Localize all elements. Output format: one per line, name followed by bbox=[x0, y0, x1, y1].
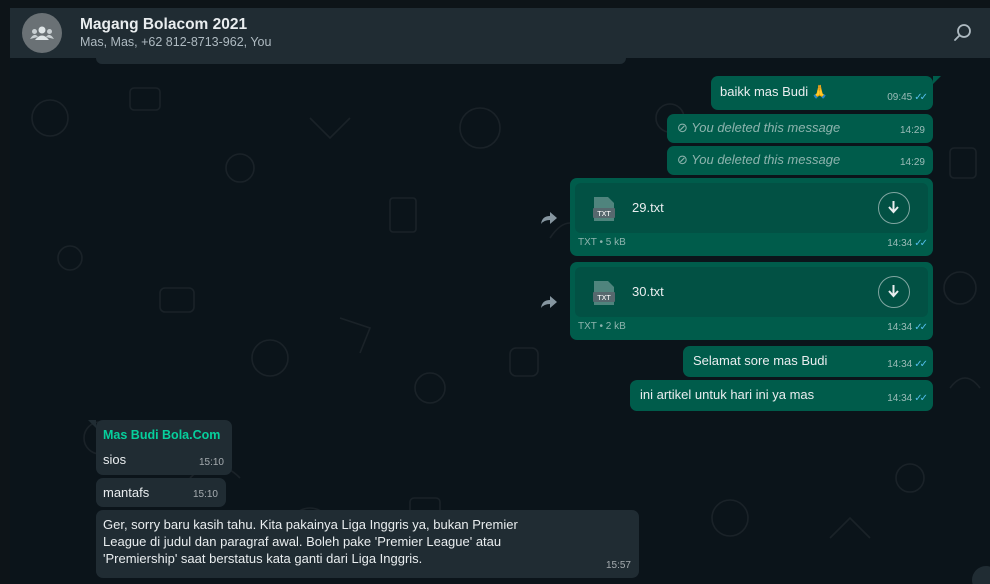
previous-message-edge bbox=[96, 58, 626, 64]
outgoing-message[interactable]: Selamat sore mas Budi 14:34 ✓✓ bbox=[683, 346, 933, 377]
chat-header[interactable]: Magang Bolacom 2021 Mas, Mas, +62 812-87… bbox=[10, 8, 990, 58]
group-participants: Mas, Mas, +62 812-8713-962, You bbox=[80, 34, 272, 49]
read-ticks-icon: ✓✓ bbox=[914, 359, 928, 370]
file-message[interactable]: TXT 29.txt TXT • 5 kB 14:34 ✓✓ bbox=[570, 178, 933, 256]
file-message[interactable]: TXT 30.txt TXT • 2 kB 14:34 ✓✓ bbox=[570, 262, 933, 340]
group-title: Magang Bolacom 2021 bbox=[80, 15, 248, 33]
deleted-message[interactable]: ⊘ You deleted this message 14:29 bbox=[667, 146, 933, 175]
download-button[interactable] bbox=[878, 192, 910, 224]
download-icon bbox=[888, 285, 899, 298]
txt-file-icon: TXT bbox=[593, 197, 615, 221]
message-time: 15:57 bbox=[605, 560, 631, 571]
message-time: 09:45 ✓✓ bbox=[887, 89, 928, 106]
time-label: 14:34 bbox=[887, 322, 913, 333]
file-attachment[interactable]: TXT 30.txt bbox=[575, 267, 928, 317]
time-label: 14:34 bbox=[887, 359, 913, 370]
message-time: 14:34 ✓✓ bbox=[887, 235, 928, 252]
forward-button[interactable] bbox=[540, 211, 558, 225]
read-ticks-icon: ✓✓ bbox=[914, 393, 928, 404]
message-time: 14:34 ✓✓ bbox=[887, 390, 928, 407]
time-label: 09:45 bbox=[887, 92, 913, 103]
forward-button[interactable] bbox=[540, 295, 558, 309]
sender-name: Mas Budi Bola.Com bbox=[103, 428, 221, 442]
group-icon bbox=[30, 26, 54, 40]
file-attachment[interactable]: TXT 29.txt bbox=[575, 183, 928, 233]
blocked-icon: ⊘ bbox=[677, 120, 688, 135]
outgoing-message[interactable]: ini artikel untuk hari ini ya mas 14:34 ✓… bbox=[630, 380, 933, 411]
incoming-message[interactable]: Ger, sorry baru kasih tahu. Kita pakainy… bbox=[96, 510, 639, 578]
bubble-tail bbox=[88, 420, 96, 428]
message-line: League di judul dan paragraf awal. Boleh… bbox=[103, 534, 502, 549]
deleted-label: You deleted this message bbox=[691, 152, 841, 167]
message-list[interactable]: baikk mas Budi 🙏 09:45 ✓✓ ⊘ You deleted t… bbox=[10, 58, 990, 584]
incoming-message[interactable]: mantafs 15:10 bbox=[96, 478, 226, 507]
time-label: 14:34 bbox=[887, 393, 913, 404]
deleted-text: ⊘ You deleted this message bbox=[677, 151, 840, 168]
deleted-message[interactable]: ⊘ You deleted this message 14:29 bbox=[667, 114, 933, 143]
txt-file-icon: TXT bbox=[593, 281, 615, 305]
read-ticks-icon: ✓✓ bbox=[914, 238, 928, 249]
outgoing-message[interactable]: baikk mas Budi 🙏 09:45 ✓✓ bbox=[711, 76, 933, 110]
file-name: 30.txt bbox=[632, 284, 664, 299]
message-text: mantafs bbox=[103, 485, 150, 500]
bubble-tail bbox=[933, 76, 941, 84]
download-button[interactable] bbox=[878, 276, 910, 308]
message-text: sios bbox=[103, 452, 127, 467]
forward-icon bbox=[541, 296, 557, 308]
message-time: 14:34 ✓✓ bbox=[887, 319, 928, 336]
message-text: Selamat sore mas Budi bbox=[693, 353, 828, 368]
message-time: 15:10 bbox=[198, 457, 224, 468]
download-icon bbox=[888, 201, 899, 214]
file-type-label: TXT bbox=[596, 210, 611, 218]
read-ticks-icon: ✓✓ bbox=[914, 322, 928, 333]
search-icon bbox=[954, 24, 971, 41]
file-meta: TXT • 5 kB bbox=[578, 237, 626, 248]
blocked-icon: ⊘ bbox=[677, 152, 688, 167]
file-name: 29.txt bbox=[632, 200, 664, 215]
file-meta: TXT • 2 kB bbox=[578, 321, 626, 332]
read-ticks-icon: ✓✓ bbox=[914, 92, 928, 103]
forward-icon bbox=[541, 212, 557, 224]
message-time: 15:10 bbox=[192, 489, 218, 500]
deleted-text: ⊘ You deleted this message bbox=[677, 119, 840, 136]
message-line: 'Premiership' saat berstatus kata ganti … bbox=[103, 551, 423, 566]
incoming-message[interactable]: Mas Budi Bola.Com sios 15:10 bbox=[96, 420, 232, 475]
group-avatar[interactable] bbox=[22, 13, 62, 53]
message-time: 14:29 bbox=[899, 125, 925, 136]
message-text: ini artikel untuk hari ini ya mas bbox=[640, 387, 815, 402]
deleted-label: You deleted this message bbox=[691, 120, 841, 135]
header-text[interactable]: Magang Bolacom 2021 Mas, Mas, +62 812-87… bbox=[80, 16, 271, 51]
search-button[interactable] bbox=[950, 20, 976, 46]
time-label: 14:34 bbox=[887, 238, 913, 249]
message-line: Ger, sorry baru kasih tahu. Kita pakainy… bbox=[103, 517, 518, 532]
file-type-label: TXT bbox=[596, 294, 611, 302]
message-text: baikk mas Budi 🙏 bbox=[720, 84, 828, 99]
message-time: 14:29 bbox=[899, 157, 925, 168]
message-time: 14:34 ✓✓ bbox=[887, 356, 928, 373]
